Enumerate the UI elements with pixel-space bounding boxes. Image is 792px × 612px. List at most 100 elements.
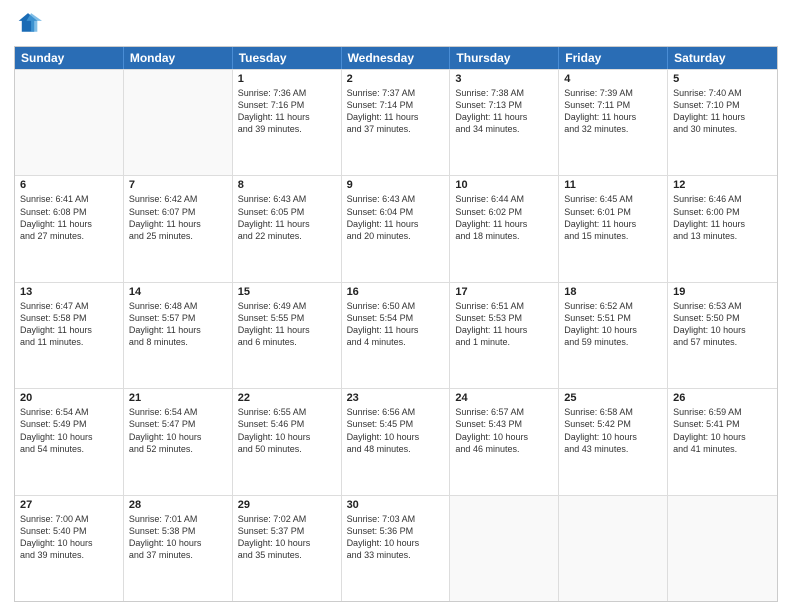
cal-cell: 4 Sunrise: 7:39 AM Sunset: 7:11 PM Daylig… [559, 70, 668, 175]
calendar-body: 1 Sunrise: 7:36 AM Sunset: 7:16 PM Daylig… [15, 69, 777, 601]
cell-day-number: 9 [347, 179, 445, 191]
cal-cell: 29 Sunrise: 7:02 AM Sunset: 5:37 PM Dayli… [233, 496, 342, 601]
cell-info: Sunrise: 6:53 AM Sunset: 5:50 PM Dayligh… [673, 300, 772, 349]
cal-cell: 20 Sunrise: 6:54 AM Sunset: 5:49 PM Dayli… [15, 389, 124, 494]
cell-info: Sunrise: 6:55 AM Sunset: 5:46 PM Dayligh… [238, 406, 336, 455]
cell-info: Sunrise: 6:49 AM Sunset: 5:55 PM Dayligh… [238, 300, 336, 349]
cell-day-number: 12 [673, 179, 772, 191]
cell-info: Sunrise: 7:36 AM Sunset: 7:16 PM Dayligh… [238, 87, 336, 136]
cell-day-number: 17 [455, 286, 553, 298]
cal-header-friday: Friday [559, 47, 668, 69]
cell-day-number: 23 [347, 392, 445, 404]
cell-day-number: 16 [347, 286, 445, 298]
cal-cell: 2 Sunrise: 7:37 AM Sunset: 7:14 PM Daylig… [342, 70, 451, 175]
cal-cell [559, 496, 668, 601]
cell-day-number: 15 [238, 286, 336, 298]
cal-cell: 26 Sunrise: 6:59 AM Sunset: 5:41 PM Dayli… [668, 389, 777, 494]
cell-day-number: 3 [455, 73, 553, 85]
cal-cell: 30 Sunrise: 7:03 AM Sunset: 5:36 PM Dayli… [342, 496, 451, 601]
cell-info: Sunrise: 6:51 AM Sunset: 5:53 PM Dayligh… [455, 300, 553, 349]
cal-cell: 12Sunrise: 6:46 AM Sunset: 6:00 PM Dayli… [668, 176, 777, 281]
cal-header-tuesday: Tuesday [233, 47, 342, 69]
cell-info: Sunrise: 6:44 AM Sunset: 6:02 PM Dayligh… [455, 193, 553, 242]
cell-info: Sunrise: 6:47 AM Sunset: 5:58 PM Dayligh… [20, 300, 118, 349]
cell-day-number: 4 [564, 73, 662, 85]
cal-cell: 17 Sunrise: 6:51 AM Sunset: 5:53 PM Dayli… [450, 283, 559, 388]
cal-cell: 25Sunrise: 6:58 AM Sunset: 5:42 PM Dayli… [559, 389, 668, 494]
cell-day-number: 13 [20, 286, 118, 298]
cell-day-number: 24 [455, 392, 553, 404]
cell-day-number: 1 [238, 73, 336, 85]
cell-day-number: 14 [129, 286, 227, 298]
cal-cell: 9 Sunrise: 6:43 AM Sunset: 6:04 PM Daylig… [342, 176, 451, 281]
cell-day-number: 20 [20, 392, 118, 404]
cell-day-number: 11 [564, 179, 662, 191]
cal-header-wednesday: Wednesday [342, 47, 451, 69]
header [14, 10, 778, 38]
cal-cell [124, 70, 233, 175]
cell-day-number: 29 [238, 499, 336, 511]
cell-day-number: 2 [347, 73, 445, 85]
cell-info: Sunrise: 6:54 AM Sunset: 5:47 PM Dayligh… [129, 406, 227, 455]
cell-day-number: 27 [20, 499, 118, 511]
cal-week-4: 27Sunrise: 7:00 AM Sunset: 5:40 PM Dayli… [15, 495, 777, 601]
cal-cell [15, 70, 124, 175]
cell-day-number: 5 [673, 73, 772, 85]
cell-info: Sunrise: 7:40 AM Sunset: 7:10 PM Dayligh… [673, 87, 772, 136]
logo-icon [14, 10, 42, 38]
logo [14, 10, 46, 38]
cal-cell: 22 Sunrise: 6:55 AM Sunset: 5:46 PM Dayli… [233, 389, 342, 494]
cell-info: Sunrise: 6:48 AM Sunset: 5:57 PM Dayligh… [129, 300, 227, 349]
cal-cell: 8 Sunrise: 6:43 AM Sunset: 6:05 PM Daylig… [233, 176, 342, 281]
cal-cell: 13 Sunrise: 6:47 AM Sunset: 5:58 PM Dayli… [15, 283, 124, 388]
cal-cell: 24 Sunrise: 6:57 AM Sunset: 5:43 PM Dayli… [450, 389, 559, 494]
cal-header-thursday: Thursday [450, 47, 559, 69]
cal-cell: 11Sunrise: 6:45 AM Sunset: 6:01 PM Dayli… [559, 176, 668, 281]
cell-info: Sunrise: 6:58 AM Sunset: 5:42 PM Dayligh… [564, 406, 662, 455]
cal-cell: 6 Sunrise: 6:41 AM Sunset: 6:08 PM Daylig… [15, 176, 124, 281]
cell-info: Sunrise: 7:03 AM Sunset: 5:36 PM Dayligh… [347, 513, 445, 562]
cal-cell [450, 496, 559, 601]
cal-cell: 21 Sunrise: 6:54 AM Sunset: 5:47 PM Dayli… [124, 389, 233, 494]
cal-week-2: 13 Sunrise: 6:47 AM Sunset: 5:58 PM Dayli… [15, 282, 777, 388]
cell-day-number: 22 [238, 392, 336, 404]
cell-info: Sunrise: 7:37 AM Sunset: 7:14 PM Dayligh… [347, 87, 445, 136]
calendar: SundayMondayTuesdayWednesdayThursdayFrid… [14, 46, 778, 602]
cell-info: Sunrise: 6:52 AM Sunset: 5:51 PM Dayligh… [564, 300, 662, 349]
cell-info: Sunrise: 7:39 AM Sunset: 7:11 PM Dayligh… [564, 87, 662, 136]
cell-info: Sunrise: 6:41 AM Sunset: 6:08 PM Dayligh… [20, 193, 118, 242]
cell-info: Sunrise: 6:43 AM Sunset: 6:04 PM Dayligh… [347, 193, 445, 242]
cal-cell: 28Sunrise: 7:01 AM Sunset: 5:38 PM Dayli… [124, 496, 233, 601]
cal-header-sunday: Sunday [15, 47, 124, 69]
cal-cell: 7 Sunrise: 6:42 AM Sunset: 6:07 PM Daylig… [124, 176, 233, 281]
cal-cell: 18 Sunrise: 6:52 AM Sunset: 5:51 PM Dayli… [559, 283, 668, 388]
cell-day-number: 8 [238, 179, 336, 191]
cal-week-0: 1 Sunrise: 7:36 AM Sunset: 7:16 PM Daylig… [15, 69, 777, 175]
cell-day-number: 18 [564, 286, 662, 298]
cal-cell: 19 Sunrise: 6:53 AM Sunset: 5:50 PM Dayli… [668, 283, 777, 388]
cell-day-number: 21 [129, 392, 227, 404]
cell-day-number: 26 [673, 392, 772, 404]
cell-info: Sunrise: 7:38 AM Sunset: 7:13 PM Dayligh… [455, 87, 553, 136]
cal-cell: 5 Sunrise: 7:40 AM Sunset: 7:10 PM Daylig… [668, 70, 777, 175]
cell-day-number: 7 [129, 179, 227, 191]
cal-week-1: 6 Sunrise: 6:41 AM Sunset: 6:08 PM Daylig… [15, 175, 777, 281]
cell-info: Sunrise: 6:42 AM Sunset: 6:07 PM Dayligh… [129, 193, 227, 242]
cal-cell: 10Sunrise: 6:44 AM Sunset: 6:02 PM Dayli… [450, 176, 559, 281]
cal-cell: 27Sunrise: 7:00 AM Sunset: 5:40 PM Dayli… [15, 496, 124, 601]
cal-cell: 1 Sunrise: 7:36 AM Sunset: 7:16 PM Daylig… [233, 70, 342, 175]
cell-info: Sunrise: 6:43 AM Sunset: 6:05 PM Dayligh… [238, 193, 336, 242]
cell-day-number: 19 [673, 286, 772, 298]
cell-info: Sunrise: 6:54 AM Sunset: 5:49 PM Dayligh… [20, 406, 118, 455]
cal-cell: 15 Sunrise: 6:49 AM Sunset: 5:55 PM Dayli… [233, 283, 342, 388]
cell-info: Sunrise: 6:50 AM Sunset: 5:54 PM Dayligh… [347, 300, 445, 349]
cell-info: Sunrise: 7:02 AM Sunset: 5:37 PM Dayligh… [238, 513, 336, 562]
cell-day-number: 6 [20, 179, 118, 191]
cell-info: Sunrise: 6:57 AM Sunset: 5:43 PM Dayligh… [455, 406, 553, 455]
cal-header-saturday: Saturday [668, 47, 777, 69]
cell-day-number: 30 [347, 499, 445, 511]
cal-cell [668, 496, 777, 601]
cell-info: Sunrise: 6:59 AM Sunset: 5:41 PM Dayligh… [673, 406, 772, 455]
cell-info: Sunrise: 6:56 AM Sunset: 5:45 PM Dayligh… [347, 406, 445, 455]
calendar-header-row: SundayMondayTuesdayWednesdayThursdayFrid… [15, 47, 777, 69]
